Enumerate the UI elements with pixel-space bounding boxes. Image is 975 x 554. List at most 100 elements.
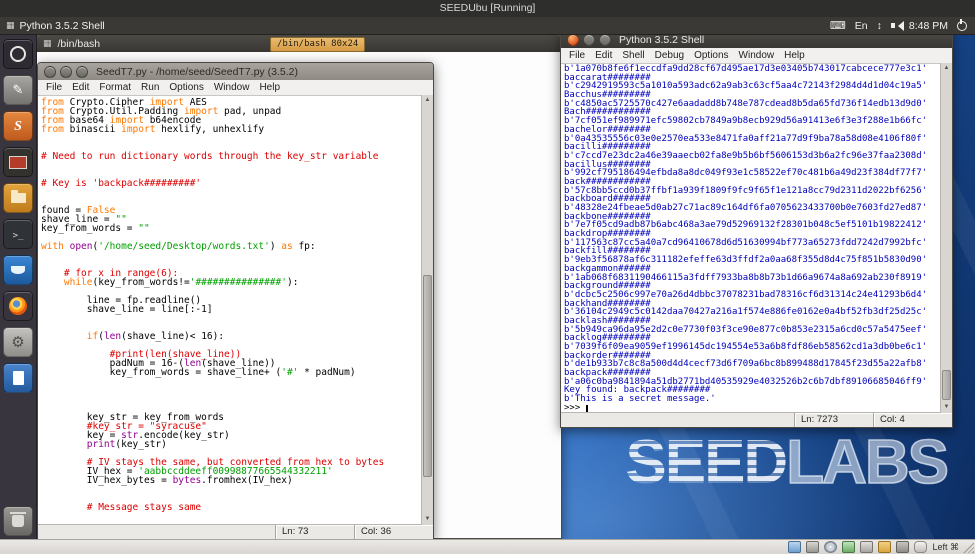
resize-grip[interactable] xyxy=(963,542,974,553)
webcam-status-icon[interactable] xyxy=(896,541,910,553)
shell-menu-edit[interactable]: Edit xyxy=(590,50,617,61)
session-indicator-icon[interactable] xyxy=(957,18,967,31)
shared-folder-status-icon[interactable] xyxy=(878,541,892,553)
ubuntu-top-panel: ▦ Python 3.5.2 Shell ⌨ En ↕ 8:48 PM xyxy=(0,17,975,35)
editor-menu-file[interactable]: File xyxy=(41,82,67,93)
seed-app-icon[interactable] xyxy=(3,111,33,141)
vbox-title: SEEDUbu [Running] xyxy=(439,2,536,14)
clock[interactable]: 8:48 PM xyxy=(909,20,948,32)
shell-statusbar: Ln: 7273 Col: 4 xyxy=(561,412,952,427)
editor-col-indicator: Col: 36 xyxy=(354,525,433,539)
editor-titlebar[interactable]: SeedT7.py - /home/seed/SeedT7.py (3.5.2) xyxy=(38,63,433,80)
text-editor-icon[interactable] xyxy=(3,75,33,105)
hdd-status-icon[interactable] xyxy=(806,541,820,553)
editor-scrollbar[interactable]: ▲ ▼ xyxy=(421,95,433,525)
keyboard-indicator-icon[interactable]: ⌨ xyxy=(830,19,846,32)
seedlabs-logo-seed: SEED xyxy=(625,428,788,497)
panel-indicators: ⌨ En ↕ 8:48 PM xyxy=(830,18,975,32)
code-line: # Need to run dictionary words through t… xyxy=(41,151,379,162)
code-line: # Message stays same xyxy=(41,502,202,513)
close-button[interactable] xyxy=(567,33,579,46)
libreoffice-icon[interactable] xyxy=(3,363,33,393)
editor-menu-window[interactable]: Window xyxy=(209,82,255,93)
editor-menu-edit[interactable]: Edit xyxy=(67,82,94,93)
editor-menu-options[interactable]: Options xyxy=(164,82,208,93)
shell-window-buttons xyxy=(567,33,611,46)
code-line: while(key_from_words!='###############')… xyxy=(63,277,299,288)
scroll-up-icon[interactable]: ▲ xyxy=(941,63,952,74)
vbox-titlebar: SEEDUbu [Running] xyxy=(0,0,975,17)
shell-col-indicator: Col: 4 xyxy=(873,413,952,427)
code-line: key_from_words = "" xyxy=(41,223,150,234)
editor-menu-help[interactable]: Help xyxy=(254,82,285,93)
minimize-button[interactable] xyxy=(583,33,595,46)
usb-status-icon[interactable] xyxy=(860,541,874,553)
scroll-down-icon[interactable]: ▼ xyxy=(941,402,952,413)
dash-home-icon[interactable] xyxy=(3,39,33,69)
settings-icon[interactable] xyxy=(3,327,33,357)
network-status-icon[interactable] xyxy=(842,541,856,553)
shell-menu-help[interactable]: Help xyxy=(779,50,810,61)
trash-icon[interactable] xyxy=(3,506,33,536)
shell-menu-file[interactable]: File xyxy=(564,50,590,61)
editor-window-buttons xyxy=(44,65,88,78)
scroll-up-icon[interactable]: ▲ xyxy=(422,95,433,106)
firefox-icon[interactable] xyxy=(3,291,33,321)
app-menu-grid-icon[interactable]: ▦ xyxy=(6,20,15,31)
files-icon[interactable] xyxy=(3,183,33,213)
wireshark-icon[interactable] xyxy=(3,255,33,285)
code-line: shave_line = line[:-1] xyxy=(41,304,213,315)
editor-menu-run[interactable]: Run xyxy=(136,82,164,93)
shell-menu-shell[interactable]: Shell xyxy=(617,50,649,61)
shell-menu-debug[interactable]: Debug xyxy=(650,50,689,61)
mouse-status-icon[interactable] xyxy=(914,541,928,553)
language-indicator[interactable]: En xyxy=(855,20,868,32)
editor-statusbar: Ln: 73 Col: 36 xyxy=(38,524,433,539)
close-button[interactable] xyxy=(44,65,56,78)
code-line: # Key is 'backpack#########' xyxy=(41,178,202,189)
code-line: print(key_str) xyxy=(86,439,167,450)
code-editor-icon[interactable] xyxy=(3,147,33,177)
minimize-button[interactable] xyxy=(60,65,72,78)
active-window-title: Python 3.5.2 Shell xyxy=(19,19,105,32)
editor-menubar: File Edit Format Run Options Window Help xyxy=(38,80,433,96)
shell-menubar: File Edit Shell Debug Options Window Help xyxy=(561,48,952,64)
display-status-icon[interactable] xyxy=(788,541,802,553)
code-line: from binascii import hexlify, unhexlify xyxy=(41,124,265,135)
shell-scrollbar[interactable]: ▲ ▼ xyxy=(940,63,952,413)
shell-menu-options[interactable]: Options xyxy=(689,50,733,61)
editor-code[interactable]: from Crypto.Cipher import AES from Crypto… xyxy=(38,96,433,524)
maximize-button[interactable] xyxy=(76,65,88,78)
seedlabs-logo-labs: LABS xyxy=(785,428,949,497)
code-line: if(len(shave_line)< 16): xyxy=(86,331,225,342)
scroll-down-icon[interactable]: ▼ xyxy=(422,514,433,525)
shell-output[interactable]: b'1a070b8fe6f1eccdfa9dd28cf67d495ae17d3e… xyxy=(561,64,952,412)
terminal-window-menu-icon[interactable]: ▦ xyxy=(43,38,52,49)
cd-status-icon[interactable] xyxy=(824,541,838,553)
shell-output-line: b'This is a secret message.' xyxy=(564,394,716,405)
code-line: key_from_words = shave_line+ ('#' * padN… xyxy=(41,367,356,378)
shell-scroll-thumb[interactable] xyxy=(942,370,951,400)
vbox-statusbar: Left ⌘ xyxy=(0,539,975,554)
virtualbox-window: SEEDUbu [Running] ▦ Python 3.5.2 Shell ⌨… xyxy=(0,0,975,554)
editor-scroll-thumb[interactable] xyxy=(423,275,432,477)
terminal-resize-tooltip: /bin/bash 80x24 xyxy=(270,37,366,52)
editor-menu-format[interactable]: Format xyxy=(94,82,136,93)
maximize-button[interactable] xyxy=(599,33,611,46)
python-shell-window[interactable]: Python 3.5.2 Shell File Edit Shell Debug Opt… xyxy=(560,30,953,428)
volume-indicator-icon[interactable] xyxy=(890,20,904,31)
terminal-icon[interactable] xyxy=(3,219,33,249)
shell-menu-window[interactable]: Window xyxy=(734,50,780,61)
shell-prompt[interactable]: >>> xyxy=(564,403,938,412)
idle-editor-window[interactable]: SeedT7.py - /home/seed/SeedT7.py (3.5.2)… xyxy=(37,62,434,540)
network-indicator-icon[interactable]: ↕ xyxy=(877,20,882,32)
text-cursor xyxy=(585,404,588,412)
